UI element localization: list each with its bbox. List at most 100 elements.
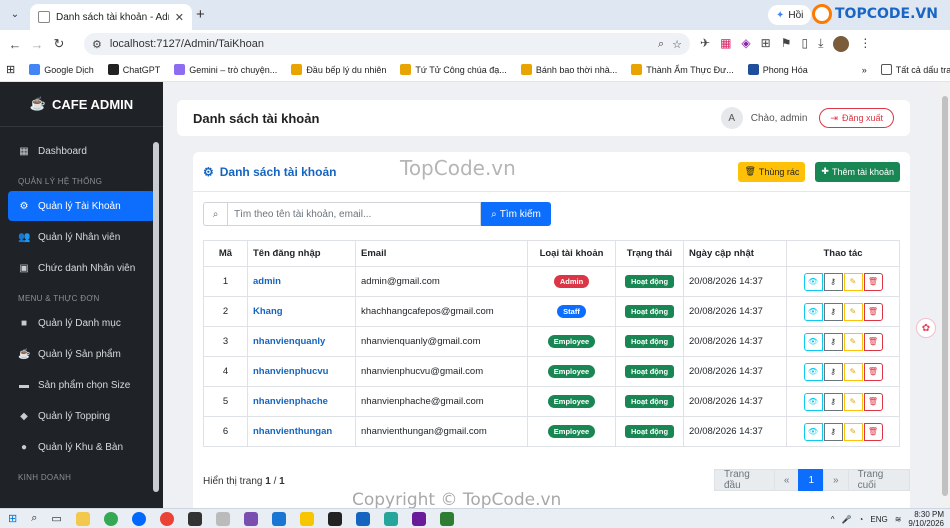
view-button[interactable]: 👁 (803, 362, 823, 381)
page-scrollbar-thumb[interactable] (942, 96, 948, 496)
extension-pill[interactable]: ✦ Hồi (768, 5, 812, 25)
trash-button[interactable]: 🗑 Thùng rác (738, 161, 806, 182)
back-arrow-icon[interactable]: ← (4, 37, 26, 52)
delete-button[interactable]: 🗑 (863, 332, 883, 351)
file-explorer-icon[interactable] (75, 511, 90, 526)
extension-icon[interactable]: ⚑ (781, 36, 792, 52)
puzzle-extensions-icon[interactable]: ⊞ (761, 36, 771, 52)
new-tab-plus-icon[interactable]: + (196, 6, 205, 23)
bookmark-item[interactable]: Tứ Tử Công chúa đạ... (400, 64, 507, 75)
search-input[interactable] (227, 202, 481, 226)
edit-button[interactable]: ✎ (843, 392, 863, 411)
database-icon[interactable] (355, 511, 370, 526)
page-1-button[interactable]: 1 (798, 469, 825, 491)
forward-arrow-icon[interactable]: → (26, 37, 48, 52)
app-icon[interactable] (299, 511, 314, 526)
tab-close-icon[interactable]: ✕ (175, 11, 184, 24)
delete-button[interactable]: 🗑 (863, 302, 883, 321)
logout-button[interactable]: ⇥ Đăng xuất (819, 108, 894, 128)
reset-password-button[interactable]: ⚷ (823, 332, 843, 351)
next-page-button[interactable]: » (823, 469, 849, 491)
url-text[interactable]: localhost:7127/Admin/TaiKhoan (110, 38, 650, 50)
visual-studio-icon[interactable] (243, 511, 258, 526)
reload-icon[interactable]: ↻ (48, 36, 70, 52)
app-icon[interactable] (439, 511, 454, 526)
delete-button[interactable]: 🗑 (863, 422, 883, 441)
extension-icon[interactable]: ◈ (741, 36, 750, 52)
last-page-button[interactable]: Trang cuối (847, 469, 910, 491)
cell-username-link[interactable]: Khang (247, 296, 356, 327)
trash-extension-icon[interactable]: ▯ (801, 36, 808, 52)
sidebar-item-qu-n-l-nh-n-vi-n[interactable]: 👥 Quản lý Nhân viên (8, 222, 155, 252)
sidebar-scrollbar[interactable] (153, 142, 159, 492)
tray-chevron-icon[interactable]: ^ (831, 515, 835, 524)
cell-username-link[interactable]: admin (247, 266, 356, 297)
first-page-button[interactable]: Trang đầu (714, 469, 775, 491)
view-button[interactable]: 👁 (803, 422, 823, 441)
profile-avatar[interactable] (833, 36, 850, 52)
sidebar-brand[interactable]: ☕ CAFE ADMIN (0, 82, 163, 127)
taskbar-search-icon[interactable]: ⌕ (31, 512, 37, 525)
add-account-button[interactable]: ✚ Thêm tài khoản (815, 161, 900, 182)
cell-username-link[interactable]: nhanvienquanly (247, 326, 356, 357)
search-button[interactable]: ⌕ Tìm kiếm (481, 202, 551, 226)
chrome-icon[interactable] (159, 511, 174, 526)
app-icon[interactable] (411, 511, 426, 526)
browser-tab[interactable]: Danh sách tài khoản - Admin C ✕ (30, 4, 192, 30)
clock[interactable]: 8:30 PM 9/10/2026 (908, 510, 944, 528)
sidebar-item-qu-n-l-s-n-ph-m[interactable]: ☕ Quản lý Sản phẩm (8, 339, 155, 369)
view-button[interactable]: 👁 (803, 332, 823, 351)
edit-button[interactable]: ✎ (843, 362, 863, 381)
app-icon[interactable] (383, 511, 398, 526)
sidebar-item-qu-n-l-topping[interactable]: ◆ Quản lý Topping (8, 401, 155, 431)
edit-button[interactable]: ✎ (843, 332, 863, 351)
sidebar-item-s-n-ph-m-ch-n-size[interactable]: ▬ Sản phẩm chọn Size (8, 370, 155, 400)
sidebar-item-dashboard[interactable]: ▦ Dashboard (8, 136, 155, 166)
bookmark-item[interactable]: Thành Ẩm Thực Đư... (631, 64, 734, 75)
all-bookmarks-folder[interactable]: Tất cả dấu trang (880, 64, 950, 75)
sidebar-item-qu-n-l-khu-b-n[interactable]: ● Quản lý Khu & Bàn (8, 432, 155, 462)
zalo-icon[interactable] (131, 511, 146, 526)
app-icon[interactable] (187, 511, 202, 526)
reset-password-button[interactable]: ⚷ (823, 272, 843, 291)
reset-password-button[interactable]: ⚷ (823, 422, 843, 441)
reset-password-button[interactable]: ⚷ (823, 362, 843, 381)
bookmark-item[interactable]: Phong Hóa (747, 64, 808, 75)
view-button[interactable]: 👁 (803, 272, 823, 291)
bookmark-item[interactable]: Google Dịch (29, 64, 94, 75)
view-button[interactable]: 👁 (803, 392, 823, 411)
url-omnibox[interactable]: ⚙ localhost:7127/Admin/TaiKhoan ⌕ ☆ (84, 33, 690, 55)
delete-button[interactable]: 🗑 (863, 392, 883, 411)
extension-icon[interactable]: ▦ (720, 36, 731, 52)
lang-indicator[interactable]: ENG (870, 515, 887, 524)
cell-username-link[interactable]: nhanvienthungan (247, 416, 356, 447)
cell-username-link[interactable]: nhanvienphache (247, 386, 356, 417)
floating-helper-icon[interactable]: ✿ (916, 318, 936, 338)
reset-password-button[interactable]: ⚷ (823, 302, 843, 321)
sidebar-item-qu-n-l-t-i-kho-n[interactable]: ⚙ Quản lý Tài Khoản (8, 191, 155, 221)
prev-page-button[interactable]: « (773, 469, 800, 491)
microphone-icon[interactable]: 🎤 (842, 515, 852, 524)
browser-menu-icon[interactable]: ⋮ (859, 36, 871, 52)
download-icon[interactable]: ⤓ (818, 36, 823, 52)
delete-button[interactable]: 🗑 (863, 362, 883, 381)
reset-password-button[interactable]: ⚷ (823, 392, 843, 411)
task-view-icon[interactable]: ▭ (51, 512, 61, 525)
sidebar-item-qu-n-l-danh-m-c[interactable]: ■ Quản lý Danh mục (8, 308, 155, 338)
cell-username-link[interactable]: nhanvienphucvu (247, 356, 356, 387)
app-icon[interactable] (271, 511, 286, 526)
app-icon[interactable] (215, 511, 230, 526)
zoom-icon[interactable]: ⌕ (658, 38, 664, 51)
delete-button[interactable]: 🗑 (863, 272, 883, 291)
apps-grid-icon[interactable]: ⊞ (6, 63, 15, 76)
page-scrollbar[interactable] (940, 82, 950, 508)
chrome-icon[interactable] (103, 511, 118, 526)
network-icon[interactable]: ◔ (859, 515, 864, 524)
site-info-icon[interactable]: ⚙ (92, 38, 102, 51)
tab-search-chevron-icon[interactable]: ⌄ (6, 6, 24, 24)
windows-start-icon[interactable]: ⊞ (8, 512, 17, 525)
bookmark-item[interactable]: ChatGPT (107, 64, 160, 75)
wifi-icon[interactable]: ≋ (895, 515, 902, 524)
edit-button[interactable]: ✎ (843, 272, 863, 291)
edit-button[interactable]: ✎ (843, 422, 863, 441)
